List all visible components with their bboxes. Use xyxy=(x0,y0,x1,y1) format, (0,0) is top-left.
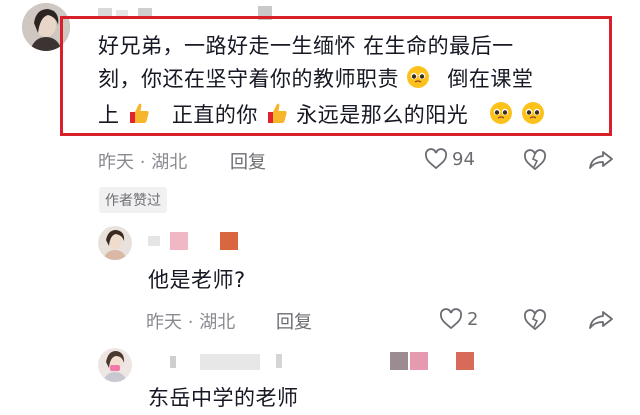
share-arrow-icon xyxy=(589,311,613,329)
author-liked-badge: 作者赞过 xyxy=(99,187,167,213)
pleading-face-emoji xyxy=(406,65,430,99)
share-button[interactable] xyxy=(588,150,614,174)
replier-avatar[interactable] xyxy=(98,226,132,260)
comment-text: 好兄弟，一路好走一生缅怀 在生命的最后一 刻，你还在坚守着你的教师职责 倒在课堂… xyxy=(98,30,598,135)
like-count: 2 xyxy=(467,308,479,330)
reply-text: 东岳中学的老师 xyxy=(148,386,299,410)
comment-segment: 永远是那么的阳光 xyxy=(296,103,469,127)
reply-button[interactable]: 回复 xyxy=(276,308,312,334)
comment-line-3: 上 正直的你 永远是那么的阳光 xyxy=(98,99,598,135)
reply-meta: 昨天 · 湖北 xyxy=(146,308,235,334)
share-arrow-icon xyxy=(589,151,613,169)
comment-time: 昨天 xyxy=(98,152,134,173)
reply-button[interactable]: 回复 xyxy=(230,148,266,174)
broken-heart-icon xyxy=(523,149,547,171)
comment-segment: 上 xyxy=(98,103,120,127)
pleading-face-emoji xyxy=(521,101,545,135)
avatar-portrait-icon xyxy=(98,226,132,260)
like-button[interactable]: 94 xyxy=(424,148,475,170)
heart-outline-icon xyxy=(424,148,448,170)
comment-line-1: 好兄弟，一路好走一生缅怀 在生命的最后一 xyxy=(98,34,514,58)
avatar-portrait-icon xyxy=(98,348,132,382)
replier-avatar[interactable] xyxy=(98,348,132,382)
reply-text: 他是老师? xyxy=(148,268,246,292)
comment-time: 昨天 xyxy=(146,312,182,333)
comment-meta: 昨天 · 湖北 xyxy=(98,148,187,174)
meta-separator: · xyxy=(139,152,146,173)
like-count: 94 xyxy=(452,148,475,170)
pleading-face-emoji xyxy=(489,101,513,135)
comment-segment: 正直的你 xyxy=(171,103,258,127)
comment-location: 湖北 xyxy=(151,152,188,173)
broken-heart-icon xyxy=(523,309,547,331)
heart-outline-icon xyxy=(439,308,463,330)
username-redacted xyxy=(148,232,248,252)
meta-separator: · xyxy=(187,312,194,333)
like-button[interactable]: 2 xyxy=(439,308,478,330)
thumbs-up-emoji xyxy=(127,101,151,135)
comment-segment: 刻，你还在坚守着你的教师职责 xyxy=(98,67,399,91)
share-button[interactable] xyxy=(588,310,614,334)
dislike-button[interactable] xyxy=(523,309,547,335)
comment-location: 湖北 xyxy=(199,312,236,333)
comment-line-2: 刻，你还在坚守着你的教师职责 倒在课堂 xyxy=(98,63,598,99)
comment-segment: 倒在课堂 xyxy=(447,67,534,91)
dislike-button[interactable] xyxy=(523,149,547,175)
thumbs-up-emoji xyxy=(265,101,289,135)
username-redacted xyxy=(170,350,480,372)
